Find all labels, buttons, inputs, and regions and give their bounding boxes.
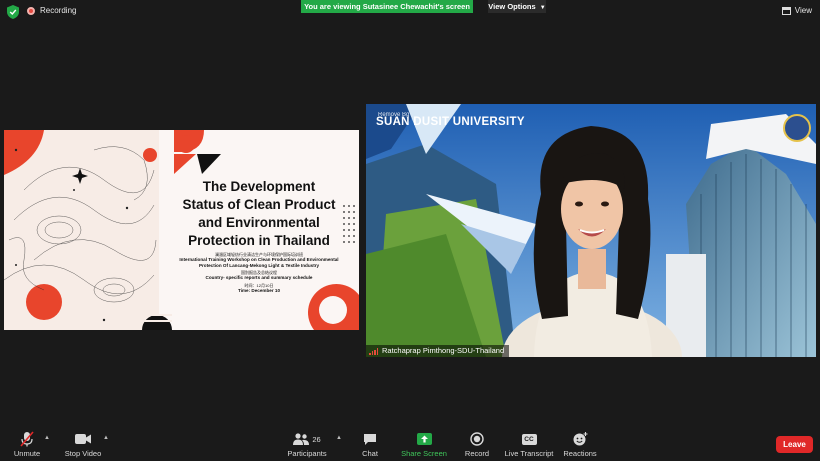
stop-video-button[interactable]: Stop Video	[62, 431, 104, 458]
viewing-screen-banner: You are viewing Sutasinee Chewachit's sc…	[301, 0, 473, 13]
slide-title-line: and Environmental	[198, 215, 320, 230]
record-button[interactable]: Record	[462, 431, 492, 458]
slide-title-line: Status of Clean Product	[182, 197, 336, 212]
view-button[interactable]: View	[781, 6, 812, 15]
video-camera-icon	[75, 434, 91, 444]
chat-bubble-icon	[364, 433, 376, 445]
reactions-button[interactable]: Reactions	[563, 431, 597, 458]
recording-indicator[interactable]: Recording	[27, 6, 76, 15]
share-screen-label: Share Screen	[401, 449, 447, 458]
slide-title-line: The Development	[202, 179, 316, 194]
participant-video-tile[interactable]: Remove Bg SUAN DUSIT UNIVERSITY Ratchapr…	[366, 104, 816, 357]
reactions-smiley-icon	[573, 432, 587, 446]
shared-screen-slide: The Development Status of Clean Product …	[4, 130, 359, 330]
live-transcript-label: Live Transcript	[504, 449, 554, 458]
share-screen-button[interactable]: Share Screen	[400, 431, 448, 458]
participants-icon	[293, 433, 310, 445]
signal-strength-icon	[369, 347, 378, 355]
participants-count: 26	[312, 434, 321, 444]
slide-time-line: Time: December 10	[237, 287, 281, 293]
video-background	[366, 104, 816, 357]
microphone-muted-icon	[20, 431, 34, 447]
slide-en-line: Protection Of Lancang-Mekong Light & Tex…	[198, 262, 320, 268]
participants-options-chevron-icon[interactable]: ▲	[336, 435, 342, 441]
unmute-label: Unmute	[13, 449, 41, 458]
participants-button[interactable]: 26 Participants	[286, 431, 328, 458]
share-screen-icon	[416, 433, 432, 445]
record-icon	[470, 432, 484, 446]
audio-options-chevron-icon[interactable]: ▲	[44, 435, 50, 441]
view-grid-icon	[781, 6, 791, 15]
university-sign: SUAN DUSIT UNIVERSITY	[376, 116, 525, 128]
chat-label: Chat	[362, 449, 378, 458]
recording-dot-icon	[27, 6, 35, 15]
view-label: View	[794, 6, 812, 15]
security-shield-icon[interactable]	[7, 5, 19, 19]
chat-button[interactable]: Chat	[356, 431, 384, 458]
video-options-chevron-icon[interactable]: ▲	[103, 435, 109, 441]
participants-label: Participants	[287, 449, 327, 458]
slide-text-block: The Development Status of Clean Product …	[159, 178, 359, 293]
participant-name: Ratchaprap Pimthong-SDU-Thailand	[382, 346, 505, 355]
slide-en-line: International Training Workshop on Clean…	[179, 257, 339, 262]
reactions-label: Reactions	[563, 449, 597, 458]
closed-caption-icon: CC	[521, 433, 537, 445]
record-label: Record	[464, 449, 490, 458]
slide-title: The Development Status of Clean Product …	[164, 178, 354, 250]
live-transcript-button[interactable]: CC Live Transcript	[504, 431, 554, 458]
meeting-toolbar: Unmute ▲ Stop Video ▲ 26 Participants ▲	[0, 424, 820, 461]
slide-title-line: Protection in Thailand	[188, 233, 330, 248]
view-options-button[interactable]: View Options ▼	[488, 0, 546, 13]
chevron-down-icon: ▼	[539, 5, 546, 11]
slide-country-line: Country- specific reports and summary sc…	[205, 275, 313, 280]
leave-button[interactable]: Leave	[776, 436, 813, 453]
unmute-button[interactable]: Unmute	[10, 431, 44, 458]
top-bar: Recording You are viewing Sutasinee Chew…	[0, 0, 820, 24]
stop-video-label: Stop Video	[64, 449, 102, 458]
view-options-label: View Options	[488, 2, 536, 11]
participant-name-bar: Ratchaprap Pimthong-SDU-Thailand	[366, 345, 510, 357]
recording-label: Recording	[40, 6, 77, 15]
